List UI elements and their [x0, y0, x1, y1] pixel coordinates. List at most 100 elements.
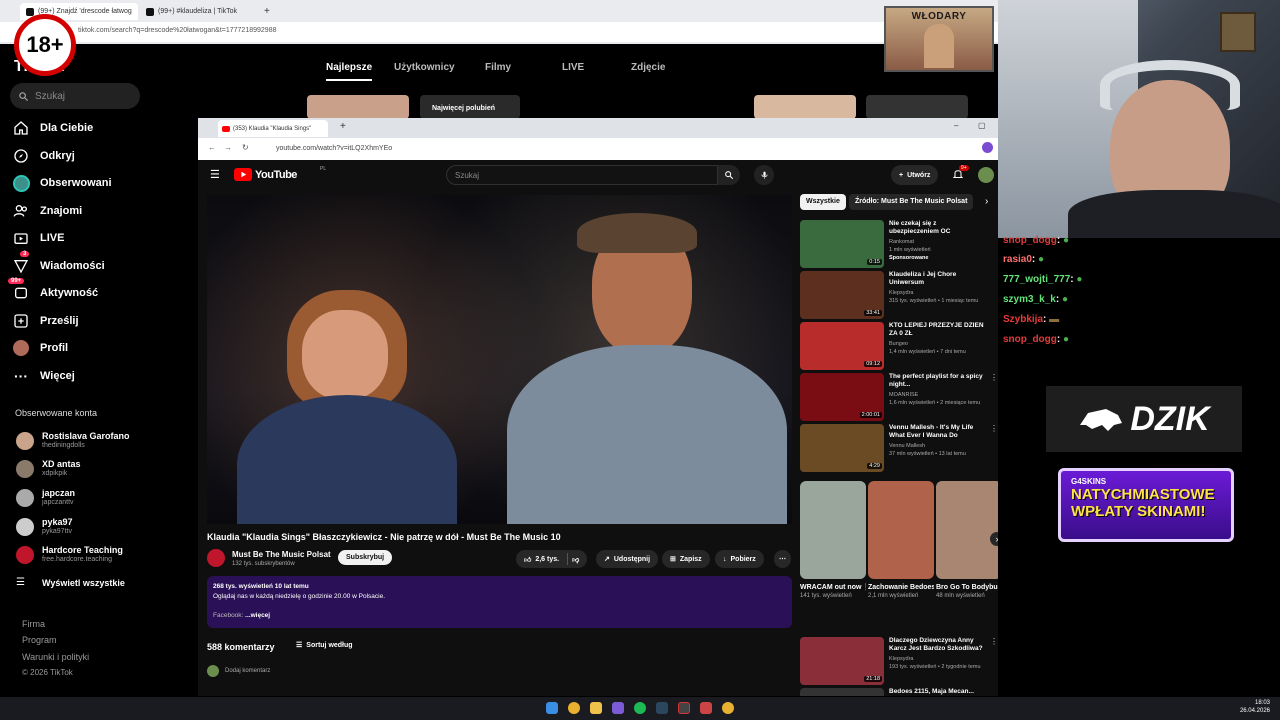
clock[interactable]: 18:03 26.04.2026 [1240, 699, 1270, 715]
start-icon[interactable] [546, 702, 558, 714]
shorts-next-button[interactable]: › [990, 532, 998, 546]
wlodary-banner: WŁODARY [884, 6, 994, 72]
tt-nav-activity[interactable]: 99+ Aktywność [8, 278, 98, 302]
back-icon[interactable]: ← [208, 143, 216, 152]
tab-users[interactable]: Użytkownicy [394, 62, 455, 73]
recommended-video[interactable]: 09:12 KTO LEPIEJ PRZEŻYJE DZIEŃ ZA 0 ZŁ Bu… [800, 322, 996, 370]
footer-link[interactable]: Warunki i polityki [22, 652, 89, 662]
subscribe-button[interactable]: Subskrybuj [338, 550, 393, 565]
chrome-icon[interactable] [722, 702, 734, 714]
share-button[interactable]: ↗ Udostępnij [596, 550, 659, 568]
followed-account[interactable]: Hardcore Teaching free.hardcore.teaching [16, 545, 123, 564]
discord-icon[interactable] [612, 702, 624, 714]
tt-nav-live[interactable]: LIVE [12, 229, 64, 247]
messages-badge: 3 [20, 251, 30, 257]
save-button[interactable]: ⊞ Zapisz [662, 550, 710, 568]
recommended-video[interactable]: Bedoes 2115, Maja Mecan... [800, 688, 996, 696]
tt-nav-friends[interactable]: Znajomi [12, 202, 82, 220]
yt-search-button[interactable] [718, 165, 740, 185]
address-bar[interactable]: tiktok.com/search?q=drescode%20łatwogan&… [0, 22, 1000, 42]
tt-nav-for-you[interactable]: Dla Ciebie [12, 119, 93, 137]
channel-avatar[interactable] [207, 549, 225, 567]
yt-address-bar[interactable]: ← → ↻ youtube.com/watch?v=itLQ2XhmYEo [198, 138, 998, 160]
tab-videos[interactable]: Filmy [485, 62, 511, 73]
recommended-video[interactable]: 4:29 Vennu Mallesh - It's My Life What Ev… [800, 424, 998, 472]
video-thumbnail [800, 688, 884, 696]
chrome-icon[interactable] [568, 702, 580, 714]
download-button[interactable]: ↓ Pobierz [715, 550, 764, 568]
channel-name[interactable]: Must Be The Music Polsat [232, 550, 331, 559]
comments-count: 588 komentarzy [207, 642, 275, 652]
maximize-button[interactable]: ▢ [978, 121, 986, 130]
followed-account[interactable]: Rostislava Garofano thediningdolls [16, 431, 130, 450]
address-bar-url: tiktok.com/search?q=drescode%20łatwogan&… [78, 27, 277, 34]
thumbs-down-icon[interactable]: 👎︎ [572, 555, 579, 564]
chat-message: snop_dogg: ● [1003, 235, 1070, 246]
new-tab-button[interactable]: + [258, 3, 272, 20]
create-button[interactable]: + Utwórz [891, 165, 939, 185]
yt-account-avatar[interactable] [978, 167, 994, 183]
short-video[interactable]: Bro Go To Bodybuildi...48 mln wyświetleń [936, 481, 998, 600]
menu-icon[interactable]: ☰ [210, 168, 220, 181]
description-more-link[interactable]: ...więcej [245, 612, 270, 619]
video-thumbnail[interactable] [866, 95, 968, 119]
new-tab-button[interactable]: + [340, 121, 346, 132]
tab-live[interactable]: LIVE [562, 62, 584, 73]
upload-plus-icon [12, 312, 30, 330]
more-vert-icon[interactable]: ⋮ [990, 637, 998, 646]
more-vert-icon[interactable]: ⋮ [990, 424, 998, 433]
video-description[interactable]: 268 tys. wyświetleń 10 lat temu Oglądaj … [207, 576, 792, 628]
tiktok-search-input[interactable]: Szukaj [10, 83, 140, 109]
voice-search-button[interactable] [754, 165, 774, 185]
footer-link[interactable]: Program [22, 635, 57, 645]
folder-icon[interactable] [590, 702, 602, 714]
more-actions-button[interactable]: ⋯ [774, 550, 791, 568]
more-vert-icon[interactable]: ⋮ [990, 373, 998, 382]
tab-best[interactable]: Najlepsze [326, 62, 373, 81]
recommended-video[interactable]: 33:41 Klaudeliza i Jej Chore Uniwersum Kle… [800, 271, 996, 319]
youtube-logo[interactable]: YouTube PL [234, 166, 326, 181]
recommended-video[interactable]: 2:00:01 The perfect playlist for a spicy … [800, 373, 998, 421]
tt-nav-following[interactable]: Obserwowani [12, 174, 112, 192]
video-thumbnail[interactable]: Najwięcej polubień [420, 95, 520, 119]
short-video[interactable]: Zachowanie Bedoesa ...2,1 mln wyświetleń [868, 481, 934, 600]
yt-search-input[interactable]: Szukaj [446, 165, 718, 185]
video-thumbnail[interactable] [754, 95, 856, 119]
recommended-video[interactable]: 21:18 Dlaczego Dziewczyna Anny Karcz Jest… [800, 637, 998, 685]
tt-nav-more[interactable]: ··· Więcej [12, 367, 75, 385]
chevron-right-icon[interactable]: › [985, 196, 988, 207]
recommended-video[interactable]: 0:15 Nie czekaj się z ubezpieczeniem OC Ra… [800, 220, 996, 268]
tt-nav-explore[interactable]: Odkryj [12, 147, 75, 165]
like-button[interactable]: 👍︎ 2,6 tys. 👎︎ [516, 550, 588, 568]
followed-account[interactable]: pyka97 pyka97ttv [16, 517, 73, 536]
video-player[interactable] [207, 195, 792, 524]
add-comment-field[interactable]: Dodaj komentarz [207, 665, 270, 677]
forward-icon[interactable]: → [224, 143, 232, 152]
followed-account[interactable]: XD antas xdpikpik [16, 459, 81, 478]
profile-icon[interactable] [982, 142, 993, 153]
footer-link[interactable]: Firma [22, 619, 45, 629]
app-icon[interactable] [700, 702, 712, 714]
reload-icon[interactable]: ↻ [242, 143, 249, 152]
steam-icon[interactable] [656, 702, 668, 714]
video-thumbnail[interactable] [307, 95, 409, 119]
sort-comments-button[interactable]: ☰ Sortuj według [296, 641, 353, 650]
tt-nav-profile[interactable]: Profil [12, 339, 68, 357]
chip-source-channel[interactable]: Źródło: Must Be The Music Polsat [849, 194, 974, 210]
minimize-button[interactable]: – [954, 121, 958, 130]
spotify-icon[interactable] [634, 702, 646, 714]
browser-tab-tiktok-tag[interactable]: (99+) #klaudeliza | TikTok [140, 3, 258, 20]
avatar [207, 665, 219, 677]
followed-account[interactable]: japczan japczanttv [16, 488, 75, 507]
tt-nav-messages[interactable]: 3 Wiadomości [12, 251, 105, 275]
share-icon: ↗ [604, 556, 610, 563]
browser-tab-youtube[interactable]: (353) Klaudia "Klaudia Sings" [218, 120, 328, 137]
short-video[interactable]: WRACAM out now ‼️ 141 tys. wyświetleń [800, 481, 866, 600]
show-all-button[interactable]: ☰ Wyświetl wszystkie [16, 577, 125, 588]
app-icon[interactable] [678, 702, 690, 714]
friends-icon [12, 202, 30, 220]
tt-nav-upload[interactable]: Prześlij [12, 312, 79, 330]
chip-all[interactable]: Wszystkie [800, 194, 846, 210]
followed-accounts-title: Obserwowane konta [15, 408, 98, 418]
tab-photos[interactable]: Zdjęcie [631, 62, 665, 73]
